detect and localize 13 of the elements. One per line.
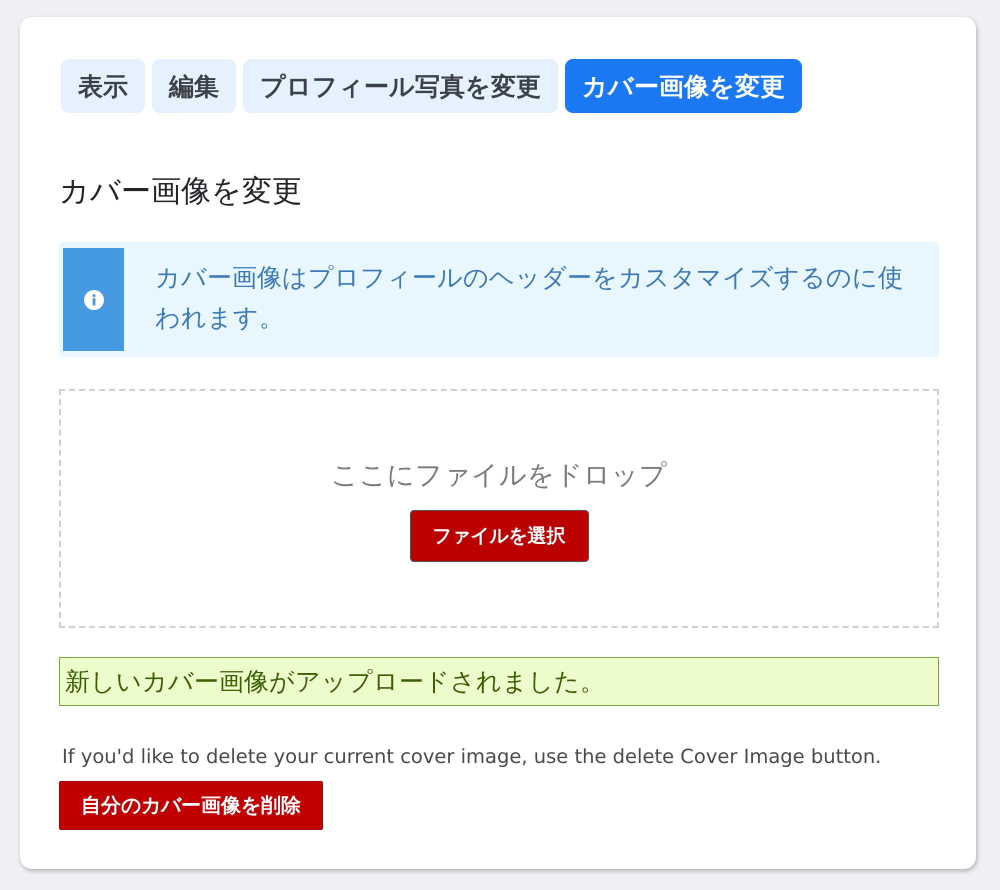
info-text: カバー画像はプロフィールのヘッダーをカスタマイズするのに使われます。 <box>154 262 904 334</box>
success-message: 新しいカバー画像がアップロードされました。 <box>59 657 939 706</box>
tab[interactable]: 表示 <box>61 59 145 113</box>
drop-prompt: ここにファイルをドロップ <box>331 459 667 493</box>
tab[interactable]: カバー画像を変更 <box>565 59 802 113</box>
info-icon <box>84 290 104 310</box>
choose-file-button[interactable]: ファイルを選択 <box>410 510 588 562</box>
delete-cover-button[interactable]: 自分のカバー画像を削除 <box>59 781 323 830</box>
file-drop-zone[interactable]: ここにファイルをドロップ ファイルを選択 <box>59 389 939 628</box>
tab[interactable]: プロフィール写真を変更 <box>243 59 558 113</box>
delete-help-text: If you'd like to delete your current cover image, use the delete Cover Image button. <box>62 744 882 770</box>
section-title: カバー画像を変更 <box>59 173 302 211</box>
tab[interactable]: 編集 <box>152 59 236 113</box>
